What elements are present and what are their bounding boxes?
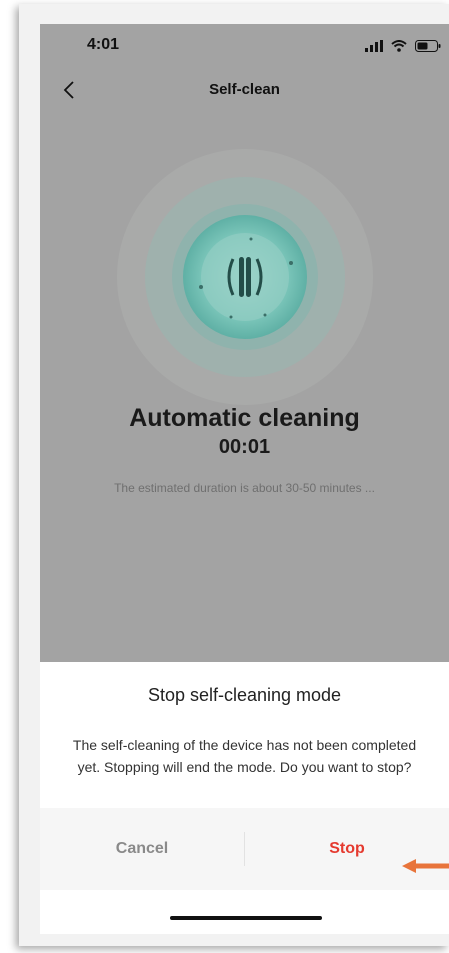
cleaning-mode-title: Automatic cleaning — [129, 404, 360, 432]
phone-screen: 4:01 Self-clean Automatic cleaning 00:01… — [40, 24, 449, 934]
dialog-message: The self-cleaning of the device has not … — [72, 737, 417, 775]
nav-bar: Self-clean — [40, 68, 449, 112]
status-time: 4:01 — [87, 36, 120, 53]
stop-button[interactable]: Stop — [245, 808, 449, 890]
annotation-arrow-icon — [402, 859, 449, 873]
cleaning-animation — [117, 149, 373, 405]
wifi-icon — [391, 40, 407, 52]
dialog-title: Stop self-cleaning mode — [147, 685, 342, 705]
estimated-duration: The estimated duration is about 30-50 mi… — [114, 481, 375, 495]
status-icons — [365, 36, 441, 56]
elapsed-timer: 00:01 — [218, 436, 271, 458]
cancel-button[interactable]: Cancel — [40, 808, 244, 890]
dialog-actions: Cancel Stop — [40, 808, 449, 890]
dimmed-background: 4:01 Self-clean Automatic cleaning 00:01… — [40, 24, 449, 662]
page-title: Self-clean — [209, 81, 280, 98]
status-bar: 4:01 — [40, 24, 449, 68]
home-indicator — [170, 916, 322, 920]
signal-icon — [365, 40, 383, 52]
battery-icon — [415, 40, 441, 52]
stop-dialog: Stop self-cleaning mode The self-cleanin… — [40, 662, 449, 934]
